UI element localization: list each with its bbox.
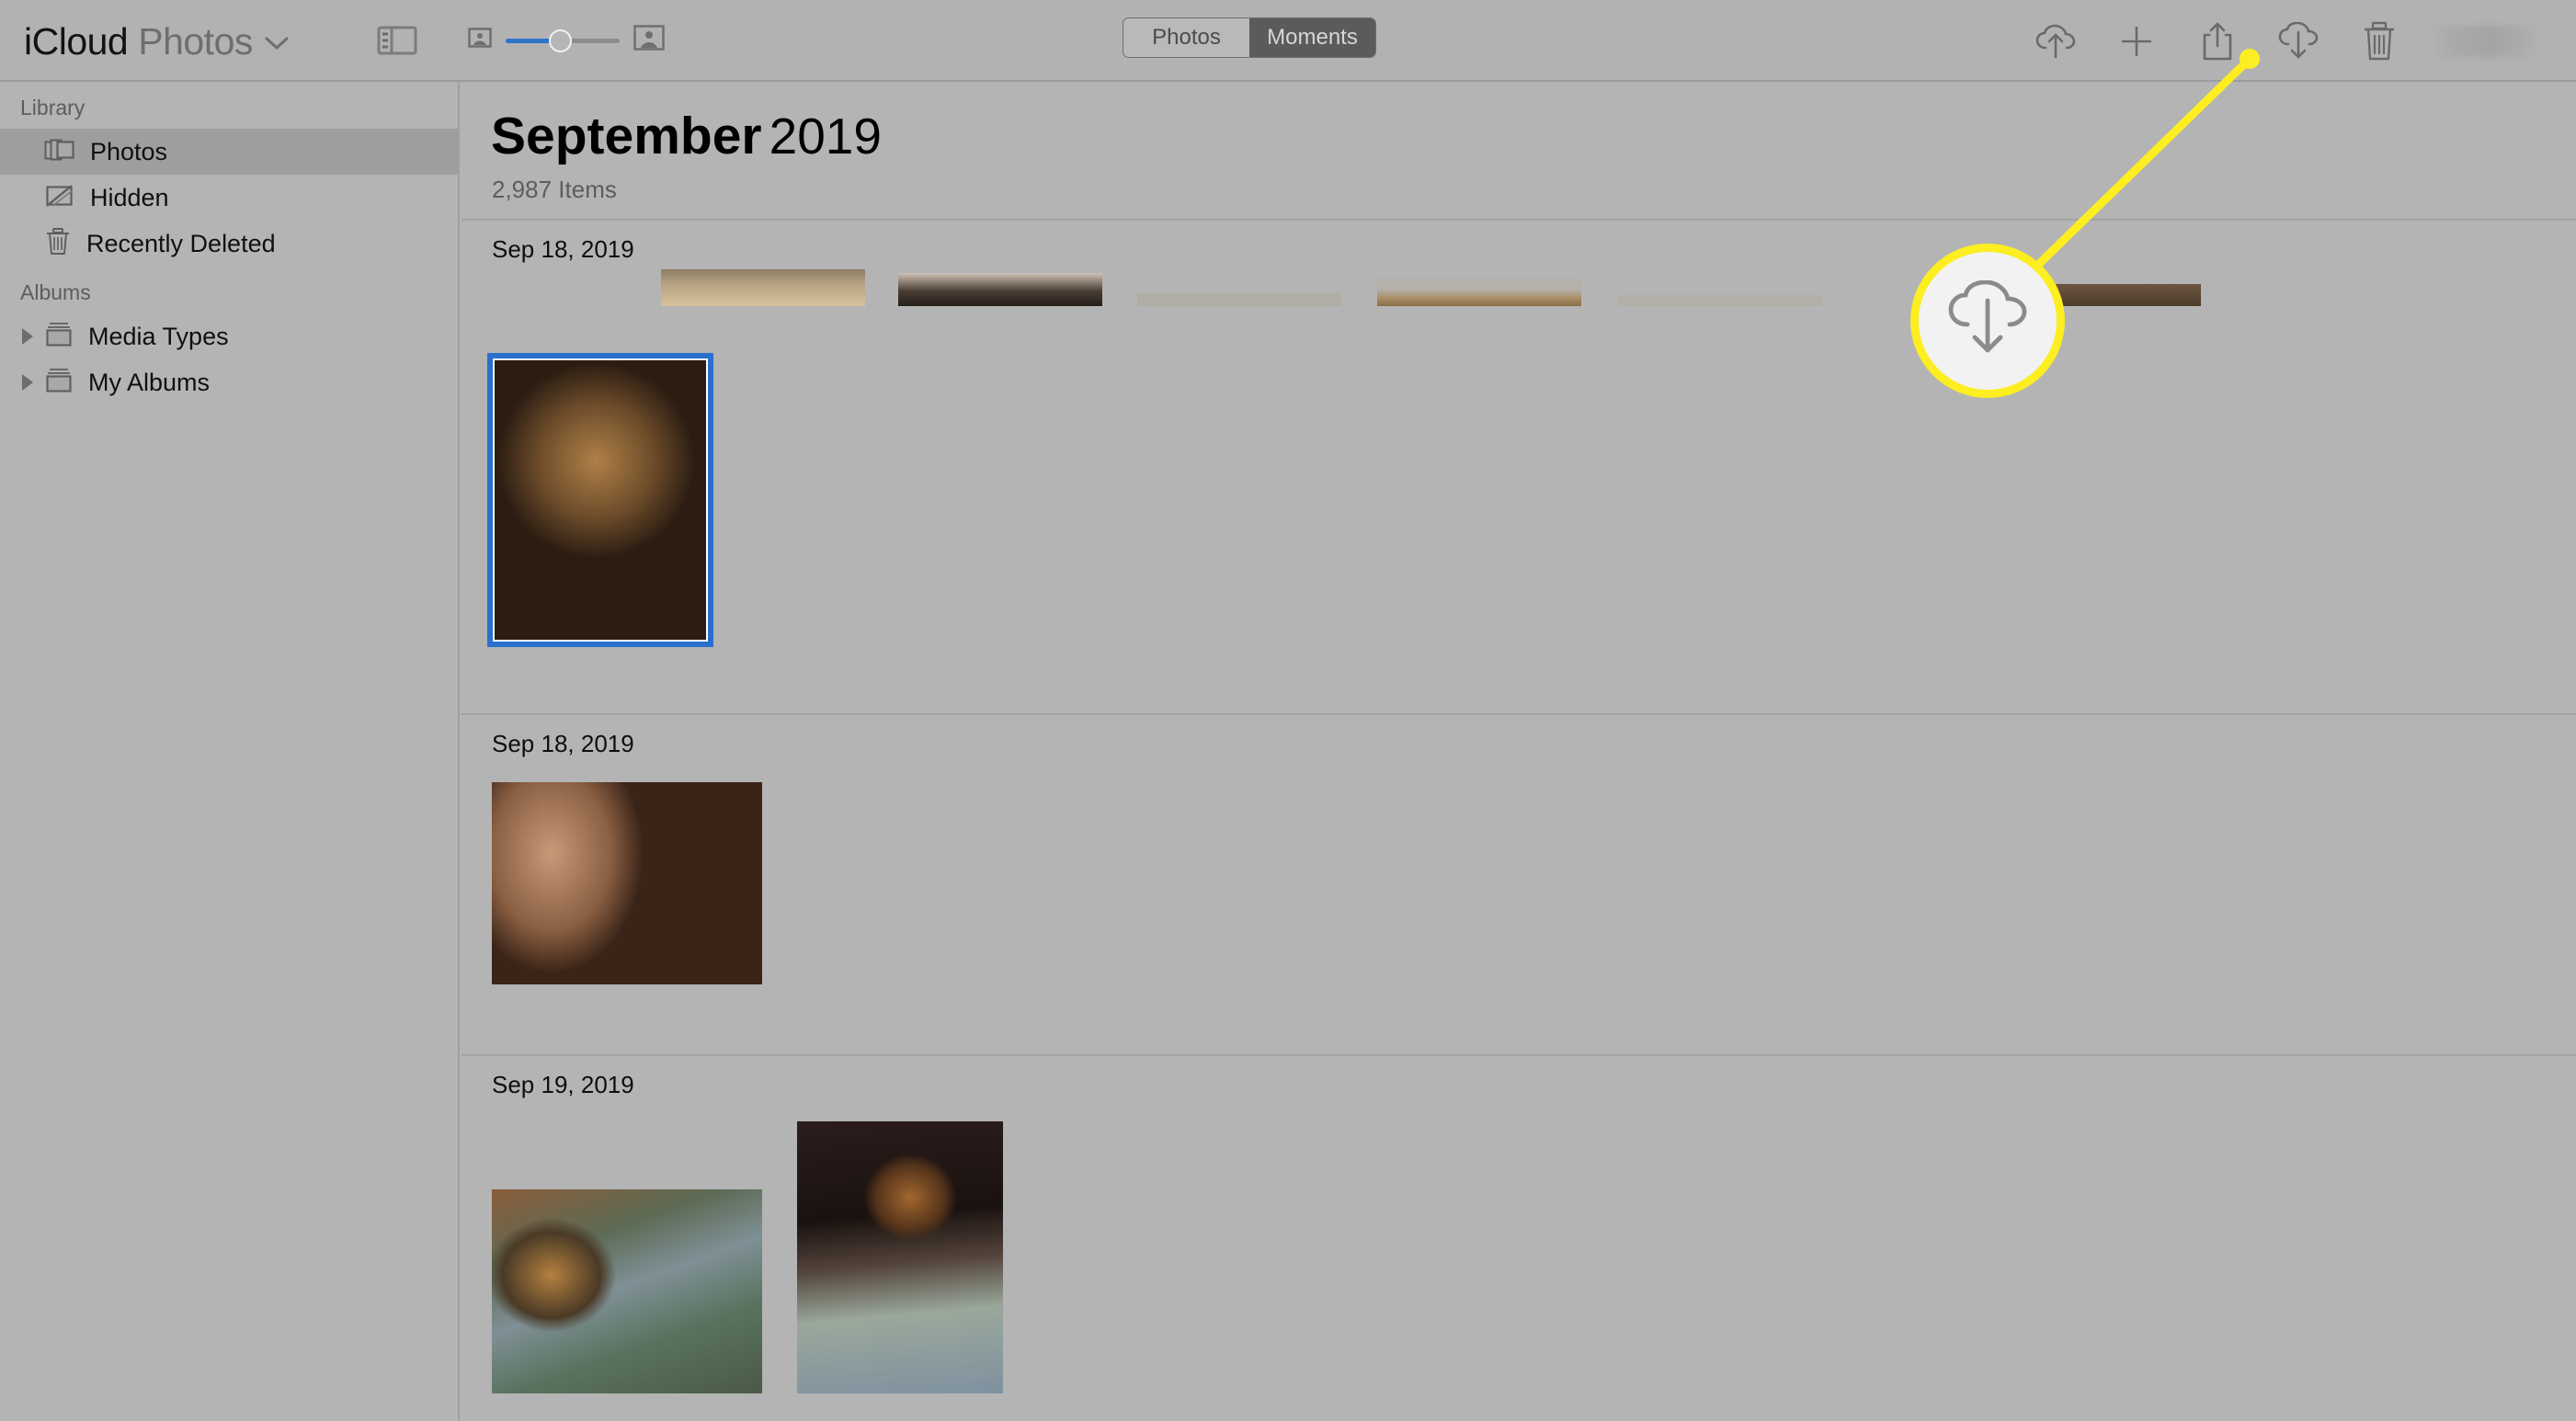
photo-thumbnail[interactable] xyxy=(492,782,762,984)
photo-thumbnail[interactable] xyxy=(1618,295,1822,306)
tab-photos[interactable]: Photos xyxy=(1123,18,1249,57)
search-input[interactable] xyxy=(2436,25,2548,57)
month-title: September 2019 xyxy=(462,82,2576,166)
zoom-slider-knob[interactable] xyxy=(548,28,572,52)
sidebar-item-label: Recently Deleted xyxy=(86,229,276,257)
add-album-button[interactable] xyxy=(2096,0,2177,82)
large-thumbnail-icon xyxy=(633,25,665,55)
trash-icon xyxy=(44,227,72,261)
sidebar-item-hidden[interactable]: Hidden xyxy=(0,175,458,221)
page-title: iCloud Photos xyxy=(24,17,289,63)
toolbar: iCloud Photos Photos Moments xyxy=(0,0,2576,82)
photo-row xyxy=(462,1121,2576,1393)
zoom-slider[interactable] xyxy=(505,28,620,52)
photo-thumbnail[interactable] xyxy=(1377,279,1581,306)
disclosure-triangle-icon[interactable] xyxy=(11,372,44,392)
sidebar-item-label: My Albums xyxy=(88,368,211,396)
photo-thumbnail[interactable] xyxy=(898,273,1102,306)
date-group-header: Sep 19, 2019 xyxy=(492,1071,634,1098)
photo-thumbnail[interactable] xyxy=(492,1189,762,1393)
photo-thumbnail[interactable] xyxy=(661,269,865,306)
hidden-slash-icon xyxy=(44,183,75,213)
app-title-primary: iCloud xyxy=(24,20,129,63)
month-title-month: September xyxy=(491,107,762,165)
sidebar-section-albums-header: Albums xyxy=(20,280,91,304)
delete-button[interactable] xyxy=(2339,0,2420,82)
sidebar: Library Photos Hidden Recently Deleted A… xyxy=(0,82,460,1421)
photo-row xyxy=(462,353,2576,647)
cloud-download-icon xyxy=(1945,279,2030,362)
sidebar-item-label: Media Types xyxy=(88,322,229,350)
photo-row-partial xyxy=(462,233,2576,306)
callout-anchor-dot xyxy=(2240,49,2260,69)
album-folder-icon xyxy=(44,321,74,353)
photo-thumbnail[interactable] xyxy=(1137,293,1341,306)
disclosure-triangle-icon[interactable] xyxy=(11,326,44,347)
chevron-down-icon[interactable] xyxy=(265,17,289,60)
app-title-secondary: Photos xyxy=(138,20,253,63)
small-thumbnail-icon xyxy=(468,28,492,52)
thumbnail-zoom-control[interactable] xyxy=(468,25,665,55)
photos-stack-icon xyxy=(44,137,75,167)
tab-moments[interactable]: Moments xyxy=(1249,18,1375,57)
items-count-label: 2,987 Items xyxy=(492,176,617,203)
toolbar-left-group: iCloud Photos xyxy=(0,17,665,63)
sidebar-item-photos[interactable]: Photos xyxy=(0,129,458,175)
sidebar-toggle-icon[interactable] xyxy=(377,24,417,57)
photo-grid-area: September 2019 2,987 Items Sep 18, 2019 S… xyxy=(462,82,2576,1421)
photo-thumbnail[interactable] xyxy=(797,1121,1003,1393)
share-button[interactable] xyxy=(2177,0,2258,82)
toolbar-right-group xyxy=(2015,0,2576,82)
month-title-year: 2019 xyxy=(769,108,882,165)
icloud-photos-window: iCloud Photos Photos Moments Library Pho… xyxy=(0,0,2576,1421)
sidebar-item-recently-deleted[interactable]: Recently Deleted xyxy=(0,221,458,267)
callout-magnifier xyxy=(1910,244,2065,398)
upload-to-icloud-button[interactable] xyxy=(2015,0,2096,82)
sidebar-item-label: Hidden xyxy=(90,183,169,211)
sidebar-item-media-types[interactable]: Media Types xyxy=(0,313,458,359)
photo-row xyxy=(462,782,2576,984)
view-mode-segmented-control[interactable]: Photos Moments xyxy=(1123,17,1376,58)
download-button[interactable] xyxy=(2258,0,2339,82)
album-folder-icon xyxy=(44,367,74,399)
sidebar-item-my-albums[interactable]: My Albums xyxy=(0,359,458,405)
date-group-header: Sep 18, 2019 xyxy=(492,730,634,757)
photo-thumbnail-selected[interactable] xyxy=(487,353,713,647)
sidebar-item-label: Photos xyxy=(90,137,168,165)
sidebar-section-library-header: Library xyxy=(20,96,85,119)
